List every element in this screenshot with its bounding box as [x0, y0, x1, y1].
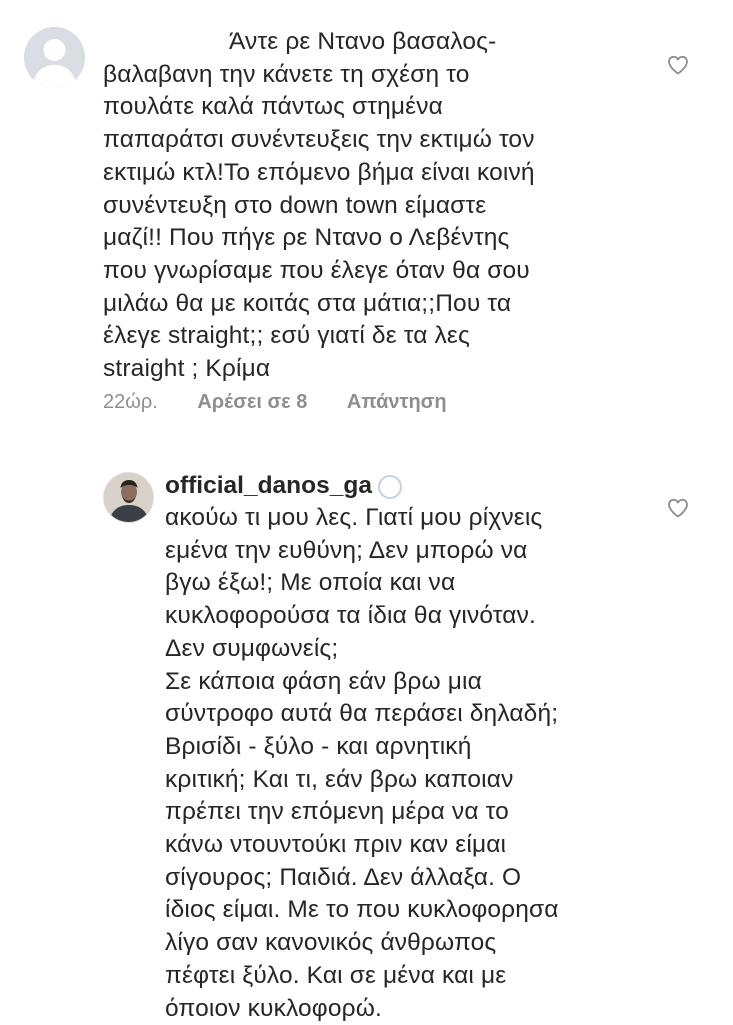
comment-line: ακούω τι μου λες. Γιατί μου ρίχνεις: [165, 504, 543, 531]
comment-line: κάνω ντουντούκι πριν καν είμαι: [165, 831, 507, 859]
heart-icon[interactable]: [666, 53, 690, 77]
comment-line: πέφτει ξύλο. Και σε μένα και με: [165, 961, 507, 989]
comment-line: Βρισίδι - ξύλο - και αρνητική: [165, 732, 472, 760]
comment-line: συνέντευξη στο down town είμαστε: [103, 191, 487, 219]
comment-line: βγω έξω!; Με οποία και να: [165, 569, 456, 597]
comment-line: Άντε ρε Ντανο βασαλος-: [103, 26, 535, 59]
verified-badge-icon: [377, 474, 402, 499]
comment-line: μιλάω θα με κοιτάς στα μάτια;;Που τα: [103, 289, 512, 317]
comment-line: πρέπει την επόμενη μέρα να το: [165, 798, 509, 826]
comment-line: σύντροφο αυτά θα περάσει δηλαδή;: [165, 700, 559, 728]
comment-line: βαλαβανη την κάνετε τη σχέση το: [103, 60, 470, 88]
comment-line: μαζί!! Που πήγε ρε Ντανο ο Λεβέντης: [103, 224, 510, 252]
comment-line: εμένα την ευθύνη; Δεν μπορώ να: [165, 536, 528, 564]
comment-line: straight ; Κρίμα: [103, 355, 271, 383]
avatar[interactable]: [103, 472, 154, 523]
redacted-username: [103, 31, 223, 54]
comment-text: ακούω τι μου λες. Γιατί μου ρίχνεις εμέν…: [165, 502, 559, 1025]
comment-line: λίγο σαν κανονικός άνθρωπος: [165, 929, 497, 957]
comment: official_danos_ga ακούω τι μου λες. Γιατ…: [0, 450, 733, 1024]
comment-line: σίγουρος; Παιδιά. Δεν άλλαξα. Ο: [165, 863, 522, 891]
comment: Άντε ρε Ντανο βασαλος- βαλαβανη την κάνε…: [0, 0, 733, 440]
username-link[interactable]: official_danos_ga: [165, 472, 372, 499]
comment-line: Σε κάποια φάση εάν βρω μια: [165, 667, 482, 695]
profile-photo-icon: [104, 473, 153, 522]
likes-count-link[interactable]: Αρέσει σε 8: [197, 391, 307, 413]
comment-line: Δεν συμφωνείς;: [165, 634, 339, 662]
comment-text: Άντε ρε Ντανο βασαλος- βαλαβανη την κάνε…: [103, 26, 535, 386]
avatar[interactable]: [24, 27, 85, 88]
comment-timestamp: 22ώρ.: [103, 391, 158, 413]
redacted-region: [405, 475, 556, 498]
comment-line: που γνωρίσαμε που έλεγε όταν θα σου: [103, 256, 530, 284]
comment-line: έλεγε straight;; εσύ γιατί δε τα λες: [103, 322, 470, 350]
default-avatar-icon: [24, 27, 85, 88]
comment-meta: 22ώρ. Αρέσει σε 8 Απάντηση: [103, 388, 447, 416]
comment-header: official_danos_ga: [165, 470, 556, 502]
comment-line: παπαράτσι συνέντευξεις την εκτιμώ τον: [103, 126, 535, 154]
comment-line: πουλάτε καλά πάντως στημένα: [103, 93, 443, 121]
comment-line: όποιον κυκλοφορώ.: [165, 994, 382, 1022]
comment-line: κυκλοφορούσα τα ίδια θα γινόταν.: [165, 602, 536, 630]
heart-icon[interactable]: [666, 496, 690, 520]
comment-line: εκτιμώ κτλ!Το επόμενο βήμα είναι κοινή: [103, 158, 535, 186]
reply-button[interactable]: Απάντηση: [347, 391, 447, 413]
comment-line: κριτική; Και τι, εάν βρω καποιαν: [165, 765, 514, 793]
comment-line: ίδιος είμαι. Με το που κυκλοφορησα: [165, 896, 559, 924]
